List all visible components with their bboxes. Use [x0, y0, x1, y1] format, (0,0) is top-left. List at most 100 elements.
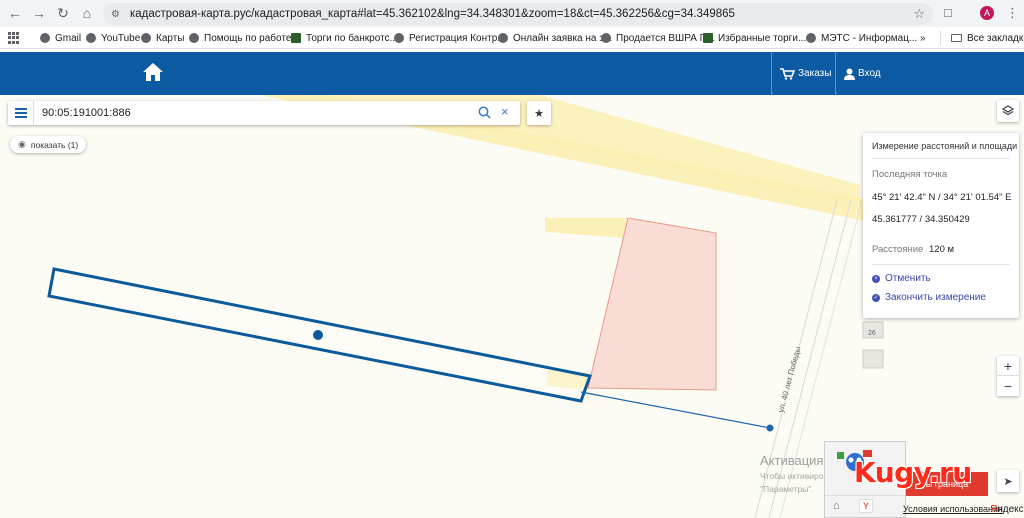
globe-icon: [394, 33, 404, 43]
login-button[interactable]: Вход: [844, 52, 881, 95]
bookmark-label: Избранные торги...: [718, 32, 807, 44]
hamburger-icon: [14, 108, 27, 118]
apps-icon[interactable]: [8, 32, 20, 44]
cart-icon: [780, 67, 795, 80]
address-bar[interactable]: ⚙ кадастровая-карта.рус/кадастровая_карт…: [103, 3, 933, 25]
bookmark-logo-icon: [703, 33, 713, 43]
orders-label: Заказы: [798, 68, 832, 79]
menu-button[interactable]: [8, 101, 34, 125]
bookmarks-overflow[interactable]: »: [920, 27, 926, 49]
profile-avatar[interactable]: A: [980, 6, 994, 20]
coordinates-dms: 45° 21' 42.4" N / 34° 21' 01.54" E: [872, 192, 1012, 203]
last-point-label: Последняя точка: [872, 169, 948, 180]
neighbor-parcel[interactable]: [587, 217, 717, 391]
bookmark-gmail[interactable]: Gmail: [40, 27, 81, 49]
eye-icon: ◉: [18, 139, 26, 149]
bookmark-mets[interactable]: МЭТС - Информац...: [806, 27, 917, 49]
windows-activation-text: Чтобы активиро "Параметры".: [760, 470, 823, 496]
bookmark-registration[interactable]: Регистрация Контр...: [394, 27, 506, 49]
road-strip: [545, 218, 628, 238]
yandex-logo-icon[interactable]: Y: [859, 499, 873, 513]
header-divider: [771, 52, 772, 95]
widget-home-icon[interactable]: ⌂: [833, 500, 840, 512]
folder-icon: [951, 34, 962, 42]
windows-activation-line: "Параметры".: [760, 484, 814, 494]
bookmark-maps[interactable]: Карты: [141, 27, 185, 49]
measure-panel: Измерение расстояний и площади Последняя…: [863, 133, 1019, 318]
favorites-button[interactable]: ★: [527, 101, 551, 125]
url-text: кадастровая-карта.рус/кадастровая_карта#…: [129, 8, 735, 20]
terms-link[interactable]: Условия использования: [903, 504, 1003, 514]
globe-icon: [189, 33, 199, 43]
location-arrow-icon: ➤: [1003, 475, 1013, 488]
browser-toolbar: ← → ↻ ⌂ ⚙ кадастровая-карта.рус/кадастро…: [0, 0, 1024, 27]
site-info-icon[interactable]: ⚙: [111, 9, 120, 20]
bookmark-label: МЭТС - Информац...: [821, 32, 918, 44]
globe-icon: [40, 33, 50, 43]
globe-icon: [141, 33, 151, 43]
windows-activation-line: Чтобы активиро: [760, 471, 824, 481]
parcel-center-marker[interactable]: [313, 330, 323, 340]
bookmark-help[interactable]: Помощь по работе...: [189, 27, 300, 49]
bookmark-star-icon[interactable]: ☆: [913, 6, 925, 22]
all-bookmarks[interactable]: Все закладки: [951, 27, 1024, 49]
globe-icon: [806, 33, 816, 43]
orders-button[interactable]: Заказы: [780, 52, 831, 95]
search-bar: ×: [8, 101, 520, 125]
browser-menu-icon[interactable]: ⋮: [1006, 5, 1019, 21]
building: [862, 349, 884, 369]
cancel-icon: ×: [872, 274, 880, 283]
divider: [872, 264, 1010, 265]
finish-measure-button[interactable]: ✓ Закончить измерение: [872, 292, 986, 303]
bookmark-label: Торги по банкротс...: [306, 32, 398, 44]
cancel-measure-button[interactable]: × Отменить: [872, 273, 931, 284]
zoom-control: + −: [997, 356, 1019, 396]
measure-endpoint[interactable]: [766, 424, 774, 432]
bookmark-label: YouTube: [101, 32, 141, 44]
clear-icon[interactable]: ×: [501, 104, 509, 119]
check-icon: ✓: [872, 293, 880, 302]
back-icon[interactable]: ←: [2, 0, 28, 26]
bookmark-label: Gmail: [55, 32, 82, 44]
bookmark-for-sale[interactable]: Продается ВШРА П...: [601, 27, 715, 49]
user-icon: [844, 68, 855, 80]
finish-label: Закончить измерение: [885, 292, 986, 303]
header-divider: [835, 52, 836, 95]
zoom-in-button[interactable]: +: [997, 356, 1019, 376]
cancel-label: Отменить: [885, 273, 931, 284]
globe-icon: [601, 33, 611, 43]
geolocation-button[interactable]: ➤: [997, 470, 1019, 492]
reload-icon[interactable]: ↻: [50, 0, 76, 26]
search-icon[interactable]: [478, 106, 491, 119]
bookmarks-divider: [940, 31, 941, 45]
house-number: 26: [868, 330, 876, 337]
layers-icon: [1002, 105, 1014, 116]
distance-value: 120 м: [929, 244, 955, 255]
coordinates-decimal: 45.361777 / 34.350429: [872, 214, 970, 225]
zoom-out-button[interactable]: −: [997, 376, 1019, 396]
star-icon: ★: [534, 107, 544, 120]
forward-icon[interactable]: →: [26, 0, 52, 26]
globe-icon: [86, 33, 96, 43]
bookmark-youtube[interactable]: YouTube: [86, 27, 140, 49]
bookmark-favorite-trades[interactable]: Избранные торги...: [703, 27, 806, 49]
bookmark-bankrupt[interactable]: Торги по банкротс...: [291, 27, 398, 49]
measure-title: Измерение расстояний и площади: [872, 141, 1018, 151]
home-icon[interactable]: [142, 62, 164, 82]
bookmark-logo-icon: [291, 33, 301, 43]
bookmark-online-order[interactable]: Онлайн заявка на з...: [498, 27, 612, 49]
yandex-logo[interactable]: Яндекс: [990, 504, 1024, 515]
search-input[interactable]: [42, 107, 462, 119]
show-button[interactable]: ◉ показать (1): [10, 136, 87, 153]
home-browser-icon[interactable]: ⌂: [74, 0, 100, 26]
bookmark-label: Помощь по работе...: [204, 32, 300, 44]
extensions-icon[interactable]: □: [944, 5, 960, 21]
bookmark-label: Продается ВШРА П...: [616, 32, 716, 44]
yandex-logo-text: ндекс: [997, 504, 1024, 515]
site-header: Заказы Вход: [0, 52, 1024, 95]
widget-bottom-bar: ⌂ Y: [825, 495, 905, 517]
bookmarks-bar: Gmail YouTube Карты Помощь по работе... …: [0, 27, 1024, 49]
layers-button[interactable]: [997, 100, 1019, 122]
bookmark-label: Регистрация Контр...: [409, 32, 506, 44]
bookmark-label: Онлайн заявка на з...: [513, 32, 613, 44]
